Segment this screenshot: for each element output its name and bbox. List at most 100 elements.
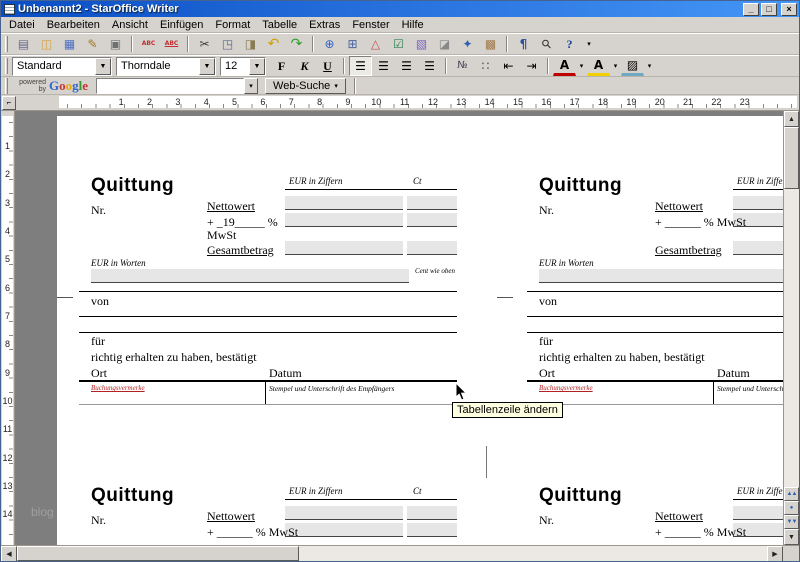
chevron-down-icon[interactable]: ▾: [244, 78, 258, 94]
vertical-scrollbar[interactable]: ▲ ▲▲ ● ▼▼ ▼: [783, 111, 799, 545]
nettowert-eur-cell[interactable]: [733, 506, 783, 520]
minimize-button[interactable]: _: [743, 3, 759, 16]
stempel-label: Stempel und Unterschrift des Empfängers: [269, 384, 394, 393]
insert-table-icon[interactable]: ⊞: [341, 34, 364, 54]
highlighting-button[interactable]: A: [587, 56, 610, 76]
scroll-left-button[interactable]: ◀: [1, 546, 17, 562]
cut-icon[interactable]: ✂: [193, 34, 216, 54]
nettowert-eur-cell[interactable]: [733, 196, 783, 210]
new-document-icon[interactable]: ▤: [12, 34, 35, 54]
horizontal-scrollbar[interactable]: ◀ ▶: [1, 545, 783, 561]
font-size-combo[interactable]: 12 ▼: [220, 57, 266, 76]
menu-item[interactable]: Format: [209, 18, 256, 32]
save-icon[interactable]: ▦: [58, 34, 81, 54]
close-button[interactable]: ×: [781, 3, 797, 16]
nettowert-eur-cell[interactable]: [285, 196, 403, 210]
spellcheck-icon[interactable]: ABC: [137, 34, 160, 54]
document-page[interactable]: Quittung EUR in Ziffern Ct Nr. Nettowert…: [57, 116, 783, 545]
decrease-indent-button[interactable]: ⇤: [497, 56, 520, 76]
previous-page-button[interactable]: ▲▲: [784, 487, 799, 501]
document-canvas[interactable]: Quittung EUR in Ziffern Ct Nr. Nettowert…: [15, 111, 783, 545]
mwst-ct-cell[interactable]: [407, 523, 457, 537]
menu-item[interactable]: Tabelle: [256, 18, 303, 32]
google-search-input[interactable]: [96, 78, 244, 94]
align-left-button[interactable]: ☰: [349, 56, 372, 76]
edit-file-icon[interactable]: ✎: [81, 34, 104, 54]
draw-functions-icon[interactable]: △: [364, 34, 387, 54]
tab-stop-selector[interactable]: ⌐: [2, 96, 16, 110]
italic-button[interactable]: K: [293, 56, 316, 76]
open-icon[interactable]: ◫: [35, 34, 58, 54]
increase-indent-button[interactable]: ⇥: [520, 56, 543, 76]
font-color-button[interactable]: A: [553, 56, 576, 76]
underline-button[interactable]: U: [316, 56, 339, 76]
chart-icon[interactable]: ◪: [433, 34, 456, 54]
gesamt-eur-cell[interactable]: [733, 241, 783, 255]
menu-item[interactable]: Einfügen: [154, 18, 209, 32]
amount-in-words-cell[interactable]: [91, 269, 409, 283]
chevron-down-icon[interactable]: ▼: [95, 58, 111, 75]
auto-spellcheck-icon[interactable]: ABC: [160, 34, 183, 54]
horizontal-scroll-thumb[interactable]: [17, 546, 299, 561]
bullets-button[interactable]: ∷: [474, 56, 497, 76]
highlighting-dropdown[interactable]: ▾: [610, 56, 621, 76]
amount-in-words-cell[interactable]: [539, 269, 783, 283]
scroll-right-button[interactable]: ▶: [767, 546, 783, 562]
scroll-up-button[interactable]: ▲: [784, 111, 799, 127]
paste-icon[interactable]: ◨: [239, 34, 262, 54]
nettowert-label: Nettowert: [207, 199, 255, 214]
align-center-button[interactable]: ☰: [372, 56, 395, 76]
vertical-scroll-thumb[interactable]: [784, 127, 799, 189]
copy-icon[interactable]: ◳: [216, 34, 239, 54]
numbering-button[interactable]: №: [451, 56, 474, 76]
horizontal-scroll-track[interactable]: [299, 546, 767, 561]
paragraph-style-combo[interactable]: Standard ▼: [12, 57, 112, 76]
gallery-icon[interactable]: ▩: [479, 34, 502, 54]
justify-button[interactable]: ☰: [418, 56, 441, 76]
toolbar-grip[interactable]: [5, 36, 8, 52]
scroll-down-button[interactable]: ▼: [784, 529, 799, 545]
menu-item[interactable]: Bearbeiten: [41, 18, 106, 32]
form-functions-icon[interactable]: ☑: [387, 34, 410, 54]
hyperlink-icon[interactable]: ⊕: [318, 34, 341, 54]
next-page-button[interactable]: ▼▼: [784, 515, 799, 529]
toolbar-grip[interactable]: [5, 58, 8, 74]
web-search-button[interactable]: Web-Suche ▾: [265, 78, 346, 94]
gesamt-ct-cell[interactable]: [407, 241, 457, 255]
menu-item[interactable]: Extras: [303, 18, 346, 32]
font-color-dropdown[interactable]: ▾: [576, 56, 587, 76]
navigation-dot-button[interactable]: ●: [784, 501, 799, 515]
navigator-icon[interactable]: ✦: [456, 34, 479, 54]
chevron-down-icon[interactable]: ▼: [249, 58, 265, 75]
redo-icon[interactable]: ↷: [285, 34, 308, 54]
undo-icon[interactable]: ↶: [262, 34, 285, 54]
insert-graphic-icon[interactable]: ▧: [410, 34, 433, 54]
print-icon[interactable]: ▣: [104, 34, 127, 54]
toolbar-overflow-button[interactable]: ▾: [583, 34, 595, 54]
font-name-combo[interactable]: Thorndale ▼: [116, 57, 216, 76]
gesamt-eur-cell[interactable]: [285, 241, 403, 255]
mwst-line: + ______ % MwSt: [655, 215, 746, 230]
mwst-eur-cell[interactable]: [285, 523, 403, 537]
background-color-dropdown[interactable]: ▾: [644, 56, 655, 76]
mwst-ct-cell[interactable]: [407, 213, 457, 227]
nettowert-eur-cell[interactable]: [285, 506, 403, 520]
mwst-eur-cell[interactable]: [285, 213, 403, 227]
nettowert-ct-cell[interactable]: [407, 506, 457, 520]
header-rule: [733, 189, 783, 190]
nettowert-ct-cell[interactable]: [407, 196, 457, 210]
background-color-button[interactable]: ▨: [621, 56, 644, 76]
chevron-down-icon[interactable]: ▼: [199, 58, 215, 75]
toolbar-grip[interactable]: [5, 78, 8, 94]
menu-item[interactable]: Datei: [3, 18, 41, 32]
menu-item[interactable]: Hilfe: [396, 18, 430, 32]
menu-item[interactable]: Ansicht: [106, 18, 154, 32]
menu-item[interactable]: Fenster: [346, 18, 395, 32]
toolbar-separator: [187, 36, 189, 52]
title-bar[interactable]: Unbenannt2 - StarOffice Writer _□×: [1, 1, 799, 17]
bold-button[interactable]: F: [270, 56, 293, 76]
maximize-button[interactable]: □: [761, 3, 777, 16]
vertical-scroll-track[interactable]: [784, 189, 799, 487]
align-right-button[interactable]: ☰: [395, 56, 418, 76]
help-icon[interactable]: ?: [558, 34, 581, 54]
